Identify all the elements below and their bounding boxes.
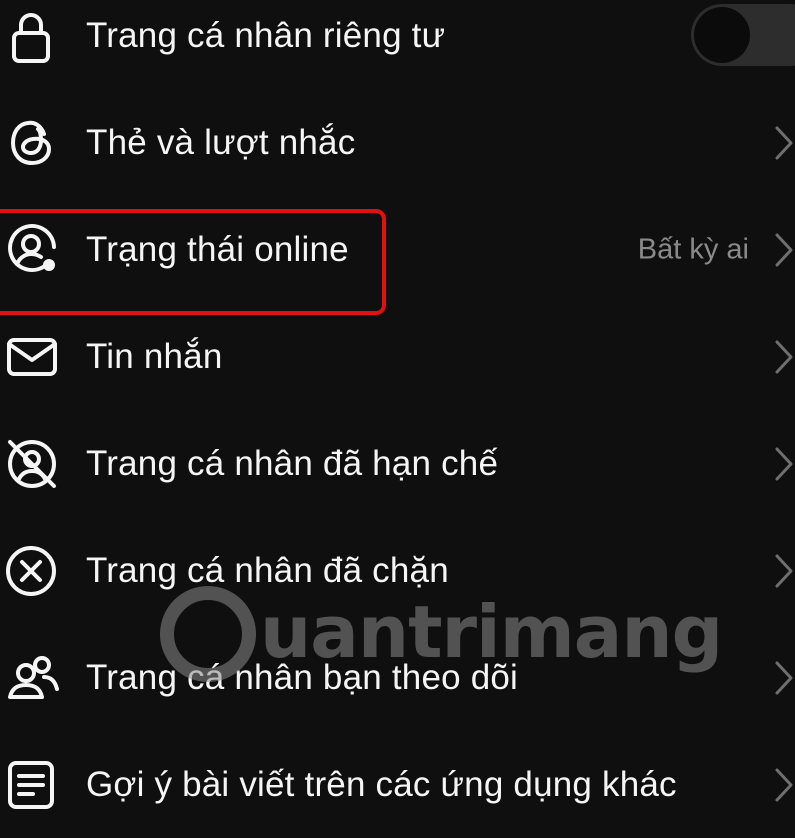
settings-row-label: Trang cá nhân đã hạn chế: [86, 443, 499, 483]
settings-row-label: Trang cá nhân đã chặn: [86, 550, 449, 590]
chevron-right-icon: [773, 339, 795, 375]
chevron-right-icon: [773, 232, 795, 268]
toggle-knob: [694, 7, 750, 63]
private-profile-toggle[interactable]: [691, 4, 795, 66]
online-status-value: Bất kỳ ai: [637, 233, 749, 265]
chevron-right-icon: [773, 660, 795, 696]
settings-row-following[interactable]: Trang cá nhân bạn theo dõi: [0, 624, 795, 731]
restricted-profile-icon: [0, 431, 66, 497]
settings-row-messages[interactable]: Tin nhắn: [0, 303, 795, 410]
settings-row-label: Thẻ và lượt nhắc: [86, 122, 356, 162]
settings-row-label: Trang cá nhân bạn theo dõi: [86, 657, 519, 697]
settings-row-restricted[interactable]: Trang cá nhân đã hạn chế: [0, 410, 795, 517]
settings-row-label: Gợi ý bài viết trên các ứng dụng khác: [86, 764, 677, 804]
settings-row-suggested-posts[interactable]: Gợi ý bài viết trên các ứng dụng khác: [0, 731, 795, 838]
blocked-x-icon: [0, 538, 66, 604]
envelope-icon: [0, 324, 66, 390]
chevron-right-icon: [773, 767, 795, 803]
settings-row-label: Tin nhắn: [86, 336, 223, 376]
people-icon: [0, 645, 66, 711]
threads-at-icon: [0, 110, 66, 176]
chevron-right-icon: [773, 125, 795, 161]
settings-row-label: Trang cá nhân riêng tư: [86, 15, 446, 55]
highlight-box: [0, 209, 386, 315]
settings-row-private-profile[interactable]: Trang cá nhân riêng tư: [0, 0, 795, 89]
chevron-right-icon: [773, 446, 795, 482]
document-lines-icon: [0, 752, 66, 818]
chevron-right-icon: [773, 553, 795, 589]
settings-row-blocked[interactable]: Trang cá nhân đã chặn: [0, 517, 795, 624]
settings-row-tags-mentions[interactable]: Thẻ và lượt nhắc: [0, 89, 795, 196]
lock-icon: [0, 3, 66, 69]
